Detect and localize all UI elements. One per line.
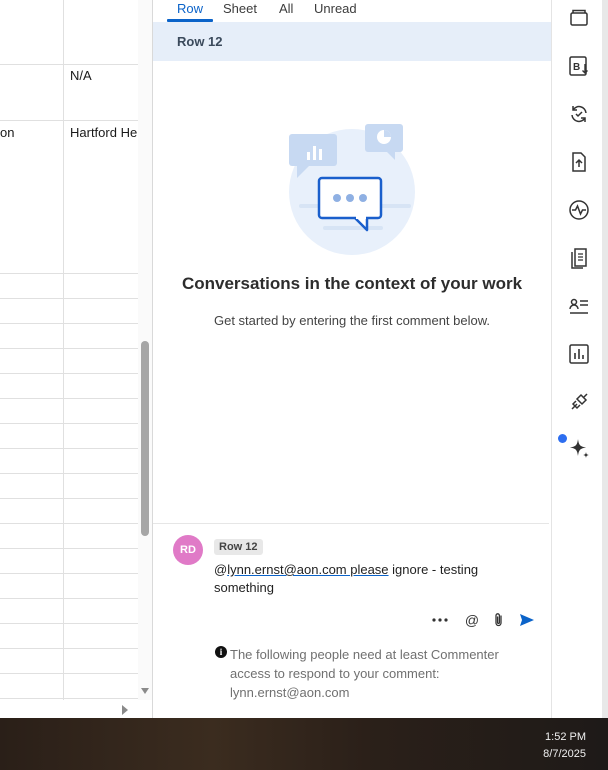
tab-row[interactable]: Row <box>177 1 203 16</box>
row-divider <box>0 473 138 474</box>
row-divider <box>0 273 138 274</box>
row-divider <box>0 298 138 299</box>
row-divider <box>0 373 138 374</box>
cell-hartford[interactable]: Hartford He <box>70 125 137 140</box>
row-divider <box>0 498 138 499</box>
comment-input[interactable]: @lynn.ernst@aon.com please ignore - test… <box>214 561 514 597</box>
empty-state-title: Conversations in the context of your wor… <box>181 274 523 293</box>
row-divider <box>0 348 138 349</box>
row-divider <box>0 648 138 649</box>
row-header-title: Row 12 <box>177 34 223 49</box>
taskbar: 1:52 PM 8/7/2025 <box>0 718 608 770</box>
document-icon[interactable] <box>567 246 591 270</box>
row-divider <box>0 673 138 674</box>
row-divider <box>0 548 138 549</box>
row-divider <box>0 398 138 399</box>
row-divider <box>0 623 138 624</box>
row-divider <box>0 64 138 65</box>
mention-link[interactable]: lynn.ernst@aon.com please <box>227 562 388 577</box>
mention-button[interactable]: @ <box>463 611 481 629</box>
bold-sort-icon[interactable]: B <box>567 54 591 78</box>
contacts-icon[interactable] <box>567 294 591 318</box>
notification-dot <box>558 434 567 443</box>
connector-icon[interactable] <box>567 390 591 414</box>
row-divider <box>0 573 138 574</box>
svg-text:B: B <box>573 62 580 73</box>
row-divider <box>0 120 138 121</box>
permission-notice: The following people need at least Comme… <box>230 647 499 700</box>
taskbar-clock-time[interactable]: 1:52 PM <box>545 731 586 743</box>
row-divider <box>0 598 138 599</box>
cell-na[interactable]: N/A <box>70 68 92 83</box>
row-badge: Row 12 <box>214 539 263 555</box>
empty-state-subtitle: Get started by entering the first commen… <box>213 313 491 328</box>
right-toolbar: B <box>551 0 608 718</box>
paperclip-icon[interactable] <box>490 611 508 629</box>
row-header: Row 12 <box>153 22 551 61</box>
vertical-scrollbar-thumb[interactable] <box>141 341 149 536</box>
wallet-icon[interactable] <box>567 6 591 30</box>
activity-icon[interactable] <box>567 198 591 222</box>
upload-file-icon[interactable] <box>567 150 591 174</box>
spreadsheet-grid[interactable]: N/A on Hartford He <box>0 0 153 718</box>
cell-truncated[interactable]: on <box>0 125 14 140</box>
tab-all[interactable]: All <box>279 1 293 16</box>
comment-tabs: Row Sheet All Unread <box>153 0 551 22</box>
window-edge <box>602 0 608 718</box>
send-icon[interactable] <box>518 611 536 629</box>
taskbar-clock-date[interactable]: 8/7/2025 <box>543 748 586 760</box>
row-divider <box>0 423 138 424</box>
info-icon: i <box>215 646 227 658</box>
column-divider <box>63 0 64 700</box>
row-divider <box>0 523 138 524</box>
scroll-right-arrow-icon[interactable] <box>120 704 130 716</box>
conversation-illustration-icon <box>289 124 415 255</box>
composer-divider <box>153 523 549 524</box>
tab-sheet[interactable]: Sheet <box>223 1 257 16</box>
mention-at-symbol: @ <box>214 562 228 577</box>
row-divider <box>0 448 138 449</box>
row-divider <box>0 698 138 699</box>
more-options-icon[interactable] <box>431 611 449 629</box>
tab-unread[interactable]: Unread <box>314 1 357 16</box>
bar-chart-icon[interactable] <box>567 342 591 366</box>
avatar: RD <box>173 535 203 565</box>
sparkle-icon[interactable] <box>567 437 591 461</box>
row-divider <box>0 323 138 324</box>
scroll-down-arrow-icon[interactable] <box>140 686 150 696</box>
comments-panel: Row Sheet All Unread Row 12 Conversation… <box>153 0 551 718</box>
sync-icon[interactable] <box>567 102 591 126</box>
